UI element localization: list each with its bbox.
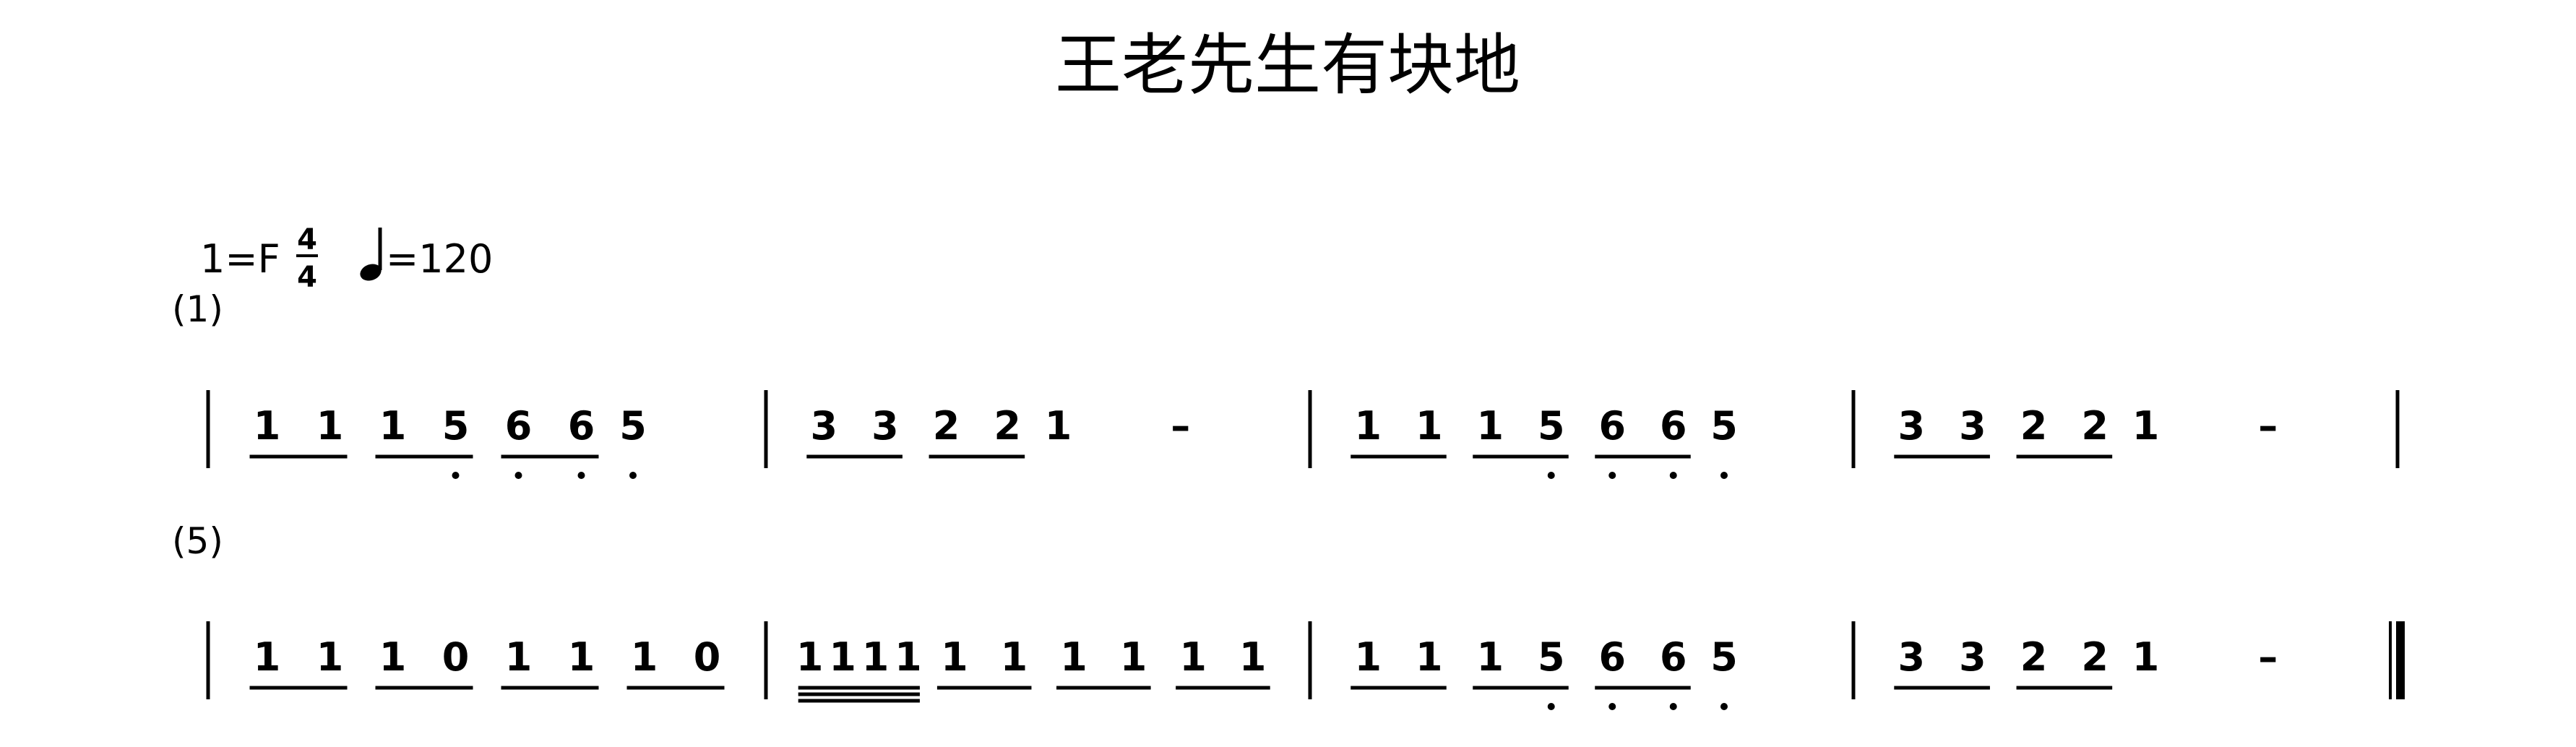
octave-dot-below: [577, 472, 585, 479]
note: 6: [505, 403, 533, 449]
note: 1: [1476, 634, 1504, 680]
note: 1: [862, 634, 889, 680]
note: 1: [1354, 403, 1382, 449]
song-title: 王老先生有块地: [1055, 27, 1520, 104]
note: 6: [1598, 403, 1626, 449]
note: 6: [1598, 634, 1626, 680]
measure: 11101110: [249, 634, 725, 690]
note: 1: [631, 634, 658, 680]
note: 5: [619, 403, 647, 449]
note: 3: [871, 403, 899, 449]
measure: 3 3 2 2 1–: [1894, 634, 2278, 690]
note: 3: [811, 403, 838, 449]
octave-dot-below: [1547, 472, 1555, 479]
note: 1: [1416, 634, 1443, 680]
note: 6: [1660, 634, 1687, 680]
measure: 1115665: [1351, 634, 1738, 710]
note: 2: [2020, 403, 2048, 449]
music-score: 王老先生有块地 1=F 4 4 =120 (1)1 1 1 5 6 6 5 3 3 2 2 1–1 1 1…: [172, 27, 2405, 710]
note: 3: [1959, 634, 1986, 680]
octave-dot-below: [1720, 703, 1728, 710]
note: 5: [1710, 634, 1738, 680]
octave-dot-below: [629, 472, 637, 479]
note: 2: [933, 403, 960, 449]
measure-number: (1): [172, 288, 223, 330]
score-system: (1)1 1 1 5 6 6 5 3 3 2 2 1–1 1 1 5 6 6 5 3 3 2 2 1–: [172, 288, 2400, 479]
tempo-marking: =120: [386, 236, 493, 282]
note: 0: [694, 634, 721, 680]
note: 5: [1710, 403, 1738, 449]
note: 3: [1898, 634, 1926, 680]
time-signature-top: 4: [297, 223, 317, 256]
note: 1: [1239, 634, 1267, 680]
note: 2: [2081, 403, 2108, 449]
note: 1: [1476, 403, 1504, 449]
note: 2: [994, 403, 1021, 449]
note: 1: [254, 403, 281, 449]
note: 0: [442, 634, 470, 680]
score-system: (5)1 1 1 0 1 1 1 0 1 1 1 1 1 1 1 1 1 1 1 1 1 5 6 6 5 3 3 2 2 1–: [172, 520, 2405, 710]
note: 2: [2020, 634, 2048, 680]
octave-dot-below: [452, 472, 460, 479]
octave-dot-below: [1720, 472, 1728, 479]
note: 1: [1354, 634, 1382, 680]
octave-dot-below: [1608, 472, 1616, 479]
note: 1: [2132, 634, 2160, 680]
note: 1: [316, 634, 344, 680]
octave-dot-below: [1547, 703, 1555, 710]
note: 1: [379, 403, 407, 449]
quarter-note-icon: [360, 228, 382, 281]
note: 1: [829, 634, 856, 680]
note: 1: [254, 634, 281, 680]
measure: 1115665: [249, 403, 647, 479]
note: 1: [1060, 634, 1087, 680]
note: 5: [1538, 403, 1565, 449]
dash-note: –: [2258, 634, 2278, 680]
note: 1: [316, 403, 344, 449]
note: 2: [2081, 634, 2108, 680]
key-signature: 1=F: [200, 236, 280, 282]
note: 1: [941, 634, 968, 680]
octave-dot-below: [1608, 703, 1616, 710]
octave-dot-below: [1669, 472, 1677, 479]
note: 1: [796, 634, 824, 680]
dash-note: –: [2258, 403, 2278, 449]
dash-note: –: [1171, 403, 1190, 449]
time-signature-bottom: 4: [297, 261, 317, 294]
note: 3: [1959, 403, 1986, 449]
note: 1: [1045, 403, 1072, 449]
measure: 3 3 2 2 1–: [806, 403, 1190, 459]
note: 1: [505, 634, 533, 680]
note: 6: [568, 403, 595, 449]
score-header: 1=F 4 4 =120: [200, 223, 493, 294]
measure: 1115665: [1351, 403, 1738, 479]
note: 1: [1001, 634, 1028, 680]
note: 5: [1538, 634, 1565, 680]
note: 6: [1660, 403, 1687, 449]
note: 1: [568, 634, 595, 680]
note: 1: [895, 634, 922, 680]
measure-number: (5): [172, 520, 223, 562]
measure: 1111111111: [796, 634, 1270, 703]
note: 1: [379, 634, 407, 680]
octave-dot-below: [514, 472, 522, 479]
measure: 3 3 2 2 1–: [1894, 403, 2278, 459]
note: 3: [1898, 403, 1926, 449]
octave-dot-below: [1669, 703, 1677, 710]
note: 1: [1416, 403, 1443, 449]
note: 1: [1120, 634, 1147, 680]
score-systems: (1)1 1 1 5 6 6 5 3 3 2 2 1–1 1 1 5 6 6 5 3 3 2 2 1 –(5)1 1 1 0 1 1 1 0…: [172, 288, 2405, 710]
note: 1: [2132, 403, 2160, 449]
note: 1: [1179, 634, 1207, 680]
note: 5: [442, 403, 470, 449]
